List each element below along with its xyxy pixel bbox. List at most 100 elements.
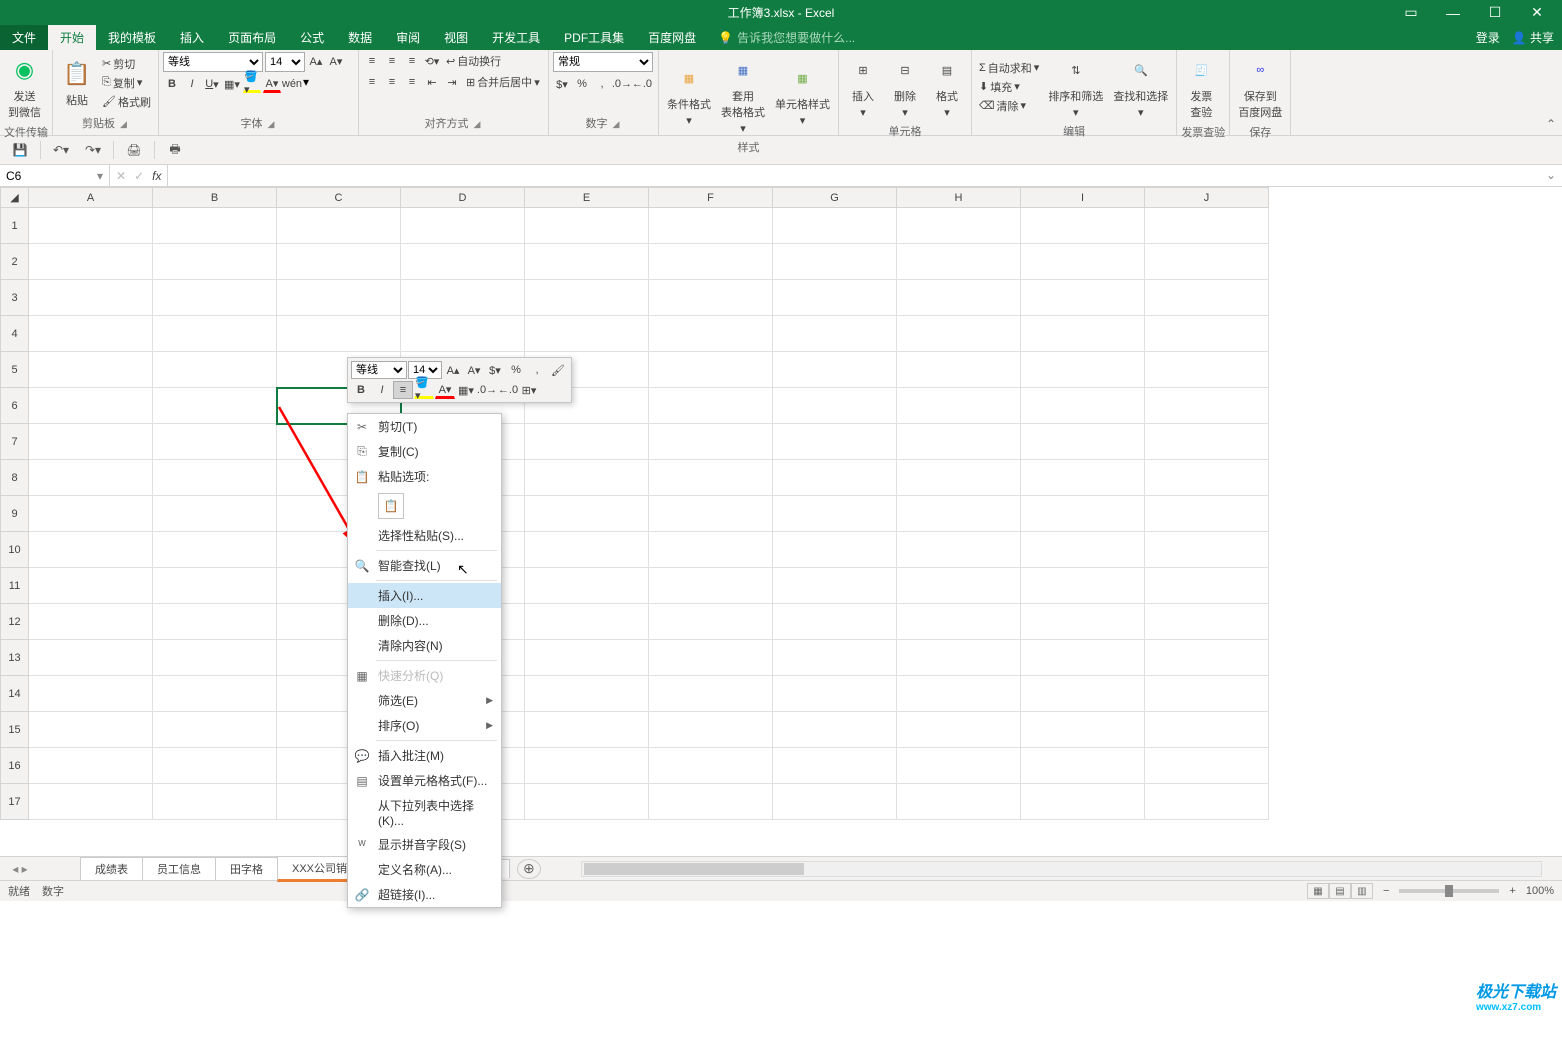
conditional-format-button[interactable]: ▦条件格式▾ <box>663 60 715 129</box>
row-header-2[interactable]: 2 <box>1 244 29 280</box>
context-insert[interactable]: 插入(I)... <box>348 583 501 608</box>
menu-baidu[interactable]: 百度网盘 <box>636 25 708 50</box>
ribbon-display-icon[interactable]: ▭ <box>1398 4 1424 22</box>
redo-button[interactable]: ↷▾ <box>81 139 105 161</box>
align-middle-button[interactable]: ≡ <box>383 52 401 70</box>
row-header-17[interactable]: 17 <box>1 784 29 820</box>
context-delete[interactable]: 删除(D)... <box>348 608 501 633</box>
copy-button[interactable]: ⎘ 复制 ▾ <box>99 74 154 92</box>
clipboard-dialog-launcher[interactable]: ◢ <box>118 119 129 129</box>
menu-mytemplates[interactable]: 我的模板 <box>96 25 168 50</box>
context-copy[interactable]: ⎘复制(C) <box>348 439 501 464</box>
zoom-slider[interactable] <box>1399 889 1499 893</box>
row-header-13[interactable]: 13 <box>1 640 29 676</box>
clear-button[interactable]: ⌫清除▾ <box>976 97 1042 115</box>
menu-home[interactable]: 开始 <box>48 25 96 50</box>
number-dialog-launcher[interactable]: ◢ <box>611 119 622 129</box>
row-header-7[interactable]: 7 <box>1 424 29 460</box>
mini-font-color[interactable]: A▾ <box>435 381 455 399</box>
menu-file[interactable]: 文件 <box>0 25 48 50</box>
paste-button[interactable]: 📋 粘贴 <box>57 56 97 110</box>
menu-developer[interactable]: 开发工具 <box>480 25 552 50</box>
share-button[interactable]: 👤 共享 <box>1512 29 1554 46</box>
decrease-indent-button[interactable]: ⇤ <box>423 73 441 91</box>
col-header-g[interactable]: G <box>773 188 897 208</box>
mini-inc-decimal[interactable]: .0→ <box>477 381 497 399</box>
mini-merge[interactable]: ⊞▾ <box>519 381 539 399</box>
cell[interactable] <box>29 208 153 244</box>
alignment-dialog-launcher[interactable]: ◢ <box>472 119 483 129</box>
context-paste-special[interactable]: 选择性粘贴(S)... <box>348 523 501 548</box>
mini-fill-color[interactable]: 🪣▾ <box>414 381 434 399</box>
zoom-out-button[interactable]: − <box>1383 885 1389 897</box>
align-bottom-button[interactable]: ≡ <box>403 52 421 70</box>
border-button[interactable]: ▦▾ <box>223 75 241 93</box>
italic-button[interactable]: I <box>183 75 201 93</box>
save-button[interactable]: 💾 <box>8 139 32 161</box>
row-header-1[interactable]: 1 <box>1 208 29 244</box>
context-pick-from-dropdown[interactable]: 从下拉列表中选择(K)... <box>348 793 501 832</box>
col-header-a[interactable]: A <box>29 188 153 208</box>
row-header-10[interactable]: 10 <box>1 532 29 568</box>
context-show-phonetic[interactable]: ᵂ显示拼音字段(S) <box>348 832 501 857</box>
minimize-button[interactable]: — <box>1440 4 1466 22</box>
expand-formula-bar-button[interactable]: ⌄ <box>1546 168 1556 182</box>
menu-review[interactable]: 审阅 <box>384 25 432 50</box>
increase-decimal-button[interactable]: .0→ <box>613 75 631 93</box>
row-header-12[interactable]: 12 <box>1 604 29 640</box>
collapse-ribbon-button[interactable]: ⌃ <box>1546 117 1556 131</box>
col-header-h[interactable]: H <box>897 188 1021 208</box>
mini-font-name[interactable]: 等线 <box>351 361 407 379</box>
row-header-16[interactable]: 16 <box>1 748 29 784</box>
currency-button[interactable]: $▾ <box>553 75 571 93</box>
fx-icon[interactable]: fx <box>152 169 161 183</box>
format-cells-button[interactable]: ▤格式▾ <box>927 52 967 121</box>
align-right-button[interactable]: ≡ <box>403 73 421 91</box>
tell-me-search[interactable]: 💡 告诉我您想要做什么... <box>718 25 855 50</box>
col-header-j[interactable]: J <box>1145 188 1269 208</box>
col-header-f[interactable]: F <box>649 188 773 208</box>
save-to-baidu-button[interactable]: ∞保存到 百度网盘 <box>1234 52 1286 122</box>
context-smart-lookup[interactable]: 🔍智能查找(L) <box>348 553 501 578</box>
row-header-11[interactable]: 11 <box>1 568 29 604</box>
autosum-button[interactable]: Σ自动求和▾ <box>976 59 1042 77</box>
maximize-button[interactable]: ☐ <box>1482 4 1508 22</box>
horizontal-scrollbar[interactable] <box>581 861 1542 877</box>
menu-formulas[interactable]: 公式 <box>288 25 336 50</box>
row-header-4[interactable]: 4 <box>1 316 29 352</box>
delete-cells-button[interactable]: ⊟删除▾ <box>885 52 925 121</box>
row-header-8[interactable]: 8 <box>1 460 29 496</box>
align-top-button[interactable]: ≡ <box>363 52 381 70</box>
col-header-e[interactable]: E <box>525 188 649 208</box>
print-preview-button[interactable]: 🖨 <box>122 139 146 161</box>
mini-align-center[interactable]: ≡ <box>393 381 413 399</box>
mini-increase-font[interactable]: A▴ <box>443 361 463 379</box>
find-select-button[interactable]: 🔍查找和选择▾ <box>1109 52 1172 121</box>
menu-data[interactable]: 数据 <box>336 25 384 50</box>
col-header-i[interactable]: I <box>1021 188 1145 208</box>
undo-button[interactable]: ↶▾ <box>49 139 73 161</box>
mini-percent[interactable]: % <box>506 361 526 379</box>
font-name-select[interactable]: 等线 <box>163 52 263 72</box>
col-header-c[interactable]: C <box>277 188 401 208</box>
sort-filter-button[interactable]: ⇅排序和筛选▾ <box>1044 52 1107 121</box>
mini-border[interactable]: ▦▾ <box>456 381 476 399</box>
sheet-nav-buttons[interactable]: ◂ ▸ <box>0 862 40 876</box>
row-header-14[interactable]: 14 <box>1 676 29 712</box>
scrollbar-thumb[interactable] <box>584 863 804 875</box>
orientation-button[interactable]: ⟲▾ <box>423 52 441 70</box>
wrap-text-button[interactable]: ↩自动换行 <box>443 52 504 70</box>
context-define-name[interactable]: 定义名称(A)... <box>348 857 501 882</box>
comma-button[interactable]: , <box>593 75 611 93</box>
page-layout-view-button[interactable]: ▤ <box>1329 883 1351 899</box>
phonetic-button[interactable]: wén <box>283 75 301 93</box>
underline-button[interactable]: U▾ <box>203 75 221 93</box>
context-format-cells[interactable]: ▤设置单元格格式(F)... <box>348 768 501 793</box>
increase-indent-button[interactable]: ⇥ <box>443 73 461 91</box>
menu-view[interactable]: 视图 <box>432 25 480 50</box>
align-left-button[interactable]: ≡ <box>363 73 381 91</box>
page-break-view-button[interactable]: ▥ <box>1351 883 1373 899</box>
font-size-select[interactable]: 14 <box>265 52 305 72</box>
context-sort[interactable]: 排序(O)▶ <box>348 713 501 738</box>
zoom-in-button[interactable]: + <box>1509 885 1515 897</box>
